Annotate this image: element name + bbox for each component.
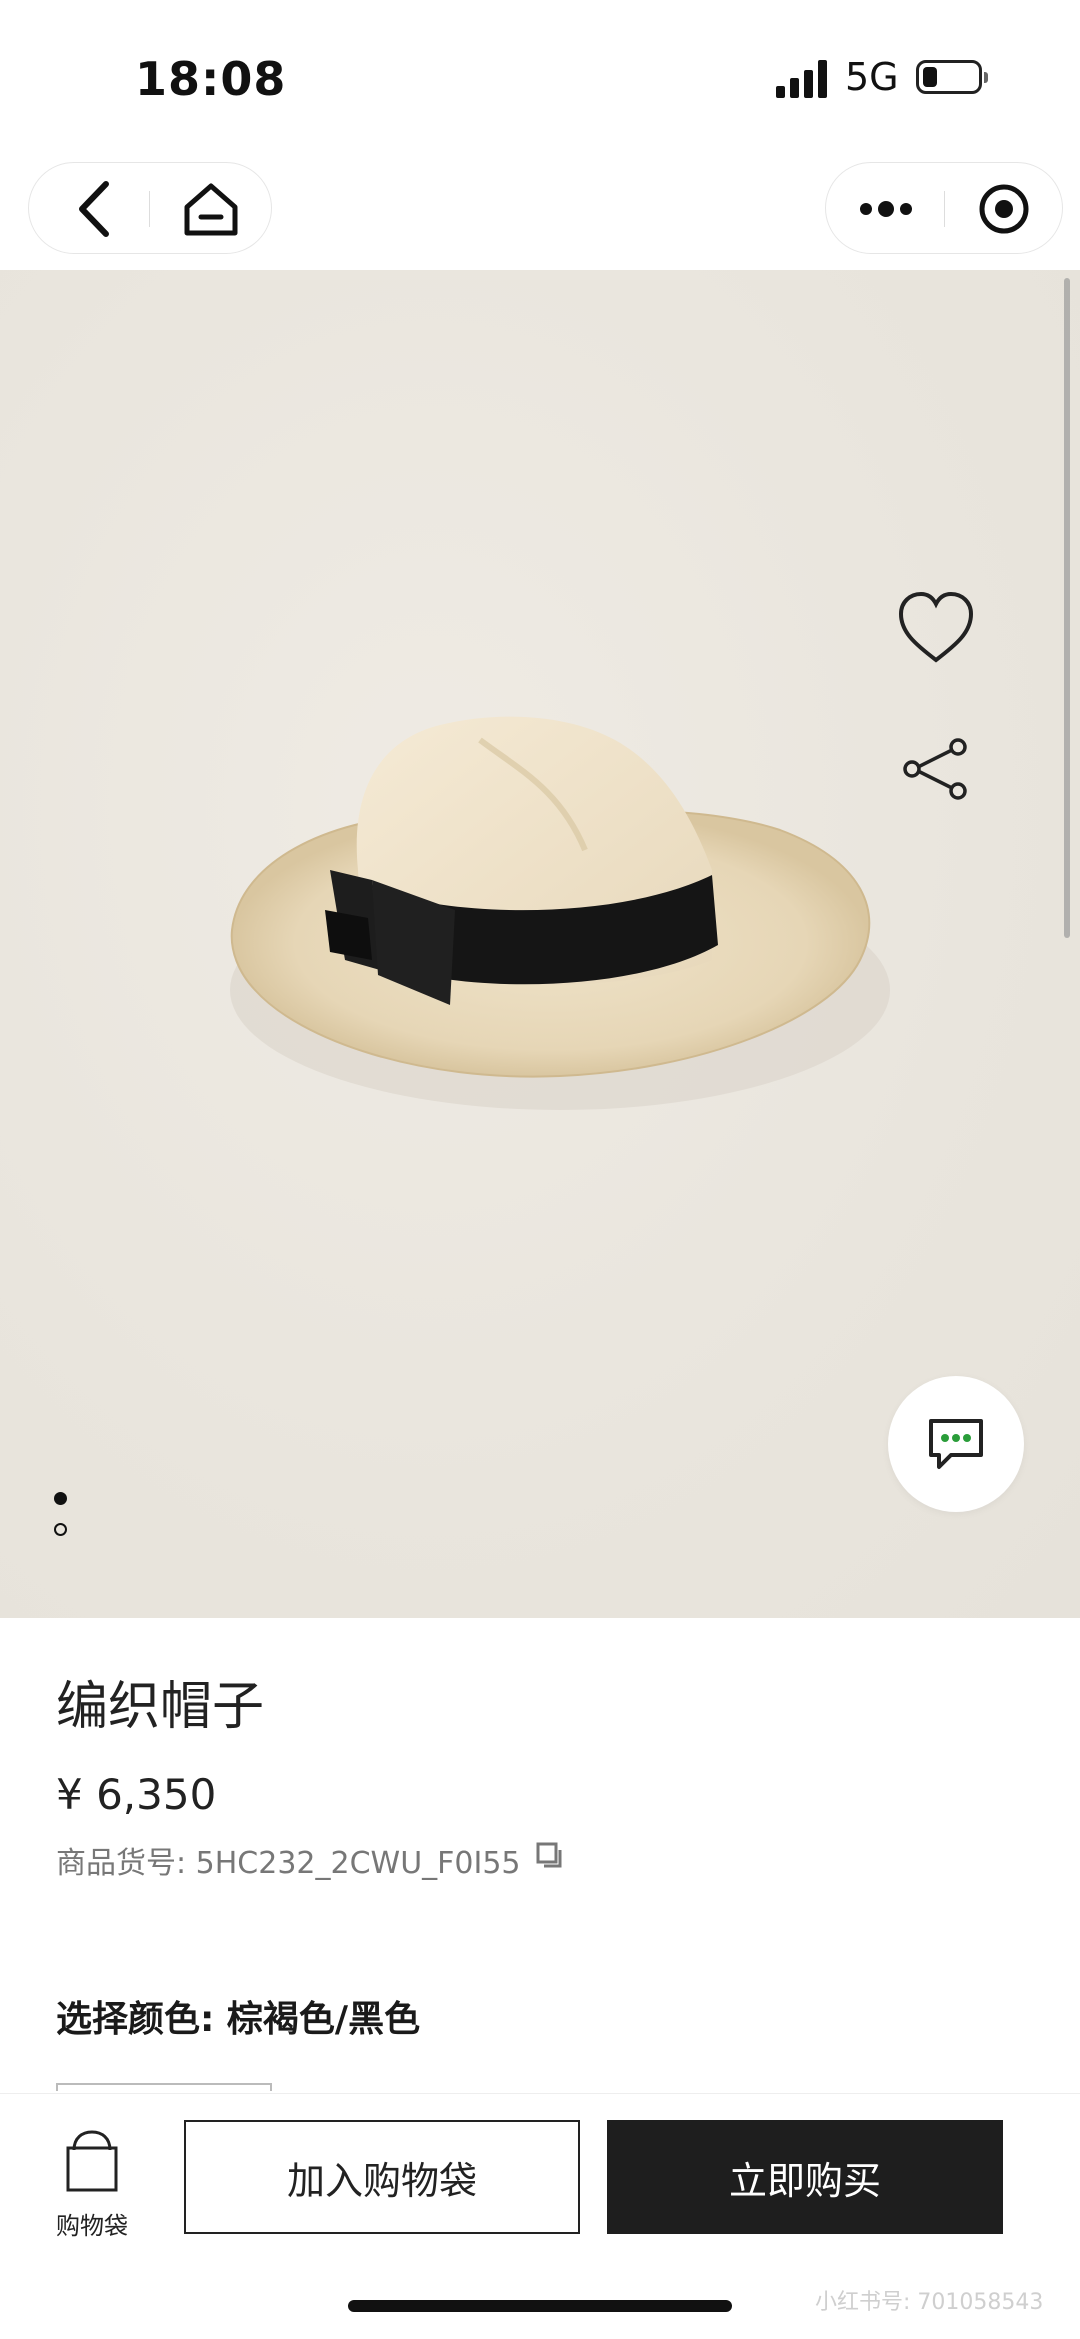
network-label: 5G xyxy=(845,55,899,99)
back-button[interactable] xyxy=(49,179,139,239)
watermark-text: 小红书号: 701058543 xyxy=(815,2290,1044,2315)
product-title: 编织帽子 xyxy=(56,1677,265,1737)
heart-icon xyxy=(898,591,974,663)
favorite-button[interactable] xyxy=(895,588,977,668)
shopping-bag-button[interactable]: 购物袋 xyxy=(40,2126,144,2240)
chat-bubble-icon xyxy=(929,1419,983,1469)
product-sku: 商品货号: 5HC232_2CWU_F0I55 xyxy=(56,1846,521,1881)
status-bar: 18:08 5G xyxy=(0,0,1080,150)
color-selector-label: 选择颜色: 棕褐色/黑色 xyxy=(56,1999,421,2040)
more-dots-icon xyxy=(860,201,912,217)
copy-sku-button[interactable] xyxy=(534,1840,566,1872)
shopping-bag-icon xyxy=(66,2130,118,2192)
chat-button[interactable] xyxy=(888,1376,1024,1512)
home-icon xyxy=(184,183,238,236)
nav-capsule-right xyxy=(825,162,1063,254)
target-circle-icon xyxy=(979,184,1029,234)
carousel-dot xyxy=(54,1523,67,1536)
home-button[interactable] xyxy=(169,177,253,241)
product-price: ¥ 6,350 xyxy=(56,1770,217,1819)
status-time: 18:08 xyxy=(135,52,287,106)
share-button[interactable] xyxy=(900,738,972,800)
color-swatch[interactable] xyxy=(56,2083,272,2091)
share-icon xyxy=(903,738,967,800)
shopping-bag-label: 购物袋 xyxy=(56,2212,128,2240)
more-button[interactable] xyxy=(844,179,928,239)
signal-icon xyxy=(776,60,830,98)
carousel-dot-active xyxy=(54,1492,67,1505)
carousel-indicator xyxy=(54,1492,67,1554)
chevron-left-icon xyxy=(79,181,109,237)
home-indicator[interactable] xyxy=(348,2300,732,2312)
scrollbar[interactable] xyxy=(1064,278,1070,938)
close-miniprogram-button[interactable] xyxy=(962,177,1046,241)
nav-capsule-left xyxy=(28,162,272,254)
add-to-bag-button[interactable]: 加入购物袋 xyxy=(184,2120,580,2234)
copy-icon xyxy=(536,1842,562,1868)
battery-icon xyxy=(916,60,988,94)
buy-now-button[interactable]: 立即购买 xyxy=(607,2120,1003,2234)
